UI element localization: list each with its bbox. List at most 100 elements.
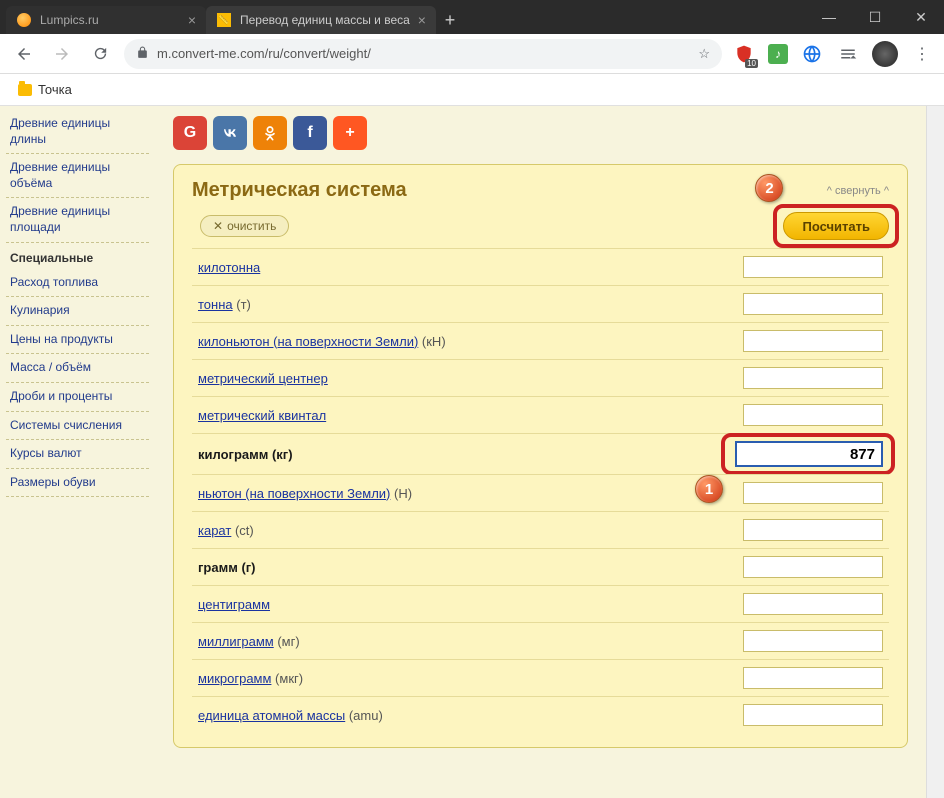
unit-input[interactable]: [743, 330, 883, 352]
main-content: G f + Метрическая система ^ свернуть ^ ✕: [155, 106, 926, 798]
lock-icon: [136, 46, 149, 62]
unit-label[interactable]: метрический квинтал: [198, 408, 731, 423]
unit-row: ньютон (на поверхности Земли) (Н): [192, 474, 889, 511]
x-icon: ✕: [213, 219, 223, 233]
titlebar: Lumpics.ru × 📏 Перевод единиц массы и ве…: [0, 0, 944, 34]
extension-globe-icon[interactable]: [800, 42, 824, 66]
unit-label[interactable]: килоньютон (на поверхности Земли) (кН): [198, 334, 731, 349]
unit-label[interactable]: карат (ct): [198, 523, 731, 538]
unit-label[interactable]: килотонна: [198, 260, 731, 275]
unit-row: единица атомной массы (amu): [192, 696, 889, 733]
unit-label[interactable]: центиграмм: [198, 597, 731, 612]
unit-input[interactable]: [743, 404, 883, 426]
unit-row: тонна (т): [192, 285, 889, 322]
sidebar-item-prices[interactable]: Цены на продукты: [6, 326, 149, 355]
share-fb-button[interactable]: f: [293, 116, 327, 150]
sidebar-item-fractions[interactable]: Дроби и проценты: [6, 383, 149, 412]
tab-title: Перевод единиц массы и веса: [240, 13, 410, 27]
unit-label[interactable]: метрический центнер: [198, 371, 731, 386]
unit-input[interactable]: [743, 704, 883, 726]
unit-label[interactable]: микрограмм (мкг): [198, 671, 731, 686]
metric-panel: Метрическая система ^ свернуть ^ ✕ очист…: [173, 164, 908, 748]
clear-button[interactable]: ✕ очистить: [200, 215, 289, 237]
scrollbar[interactable]: [926, 106, 944, 798]
unit-row: миллиграмм (мг): [192, 622, 889, 659]
sidebar-item-ancient-volume[interactable]: Древние единицы объёма: [6, 154, 149, 198]
unit-input[interactable]: [743, 482, 883, 504]
tabs-row: Lumpics.ru × 📏 Перевод единиц массы и ве…: [0, 0, 806, 34]
reload-icon: [92, 45, 109, 62]
folder-icon: [18, 84, 32, 96]
unit-row: килоньютон (на поверхности Земли) (кН): [192, 322, 889, 359]
sidebar-item-currency[interactable]: Курсы валют: [6, 440, 149, 469]
unit-label[interactable]: килограмм (кг): [198, 447, 723, 462]
window-controls: — ☐ ✕: [806, 0, 944, 34]
sidebar-item-fuel[interactable]: Расход топлива: [6, 269, 149, 298]
sidebar-item-ancient-area[interactable]: Древние единицы площади: [6, 198, 149, 242]
unit-row: метрический центнер: [192, 359, 889, 396]
profile-avatar[interactable]: [872, 41, 898, 67]
unit-list: килотонна тонна (т) килоньютон (на поверхн…: [192, 248, 889, 733]
sidebar-item-shoe-size[interactable]: Размеры обуви: [6, 469, 149, 498]
arrow-right-icon: [53, 45, 71, 63]
unit-input[interactable]: [743, 367, 883, 389]
menu-button[interactable]: ⋮: [910, 42, 934, 66]
share-vk-button[interactable]: [213, 116, 247, 150]
sidebar: Древние единицы длины Древние единицы об…: [0, 106, 155, 798]
media-control-icon[interactable]: [836, 42, 860, 66]
share-google-button[interactable]: G: [173, 116, 207, 150]
sidebar-item-ancient-length[interactable]: Древние единицы длины: [6, 110, 149, 154]
sidebar-item-cooking[interactable]: Кулинария: [6, 297, 149, 326]
unit-input[interactable]: [735, 441, 883, 467]
forward-button[interactable]: [48, 40, 76, 68]
browser-window: Lumpics.ru × 📏 Перевод единиц массы и ве…: [0, 0, 944, 798]
tab-convertme[interactable]: 📏 Перевод единиц массы и веса ×: [206, 6, 436, 34]
maximize-button[interactable]: ☐: [852, 0, 898, 34]
unit-row: микрограмм (мкг): [192, 659, 889, 696]
callout-1: 1: [695, 475, 723, 503]
unit-label[interactable]: тонна (т): [198, 297, 731, 312]
share-row: G f +: [173, 116, 908, 150]
unit-row: килотонна: [192, 248, 889, 285]
minimize-button[interactable]: —: [806, 0, 852, 34]
sidebar-item-mass-volume[interactable]: Масса / объём: [6, 354, 149, 383]
back-button[interactable]: [10, 40, 38, 68]
extension-music-icon[interactable]: ♪: [768, 44, 788, 64]
unit-row: грамм (г): [192, 548, 889, 585]
address-bar[interactable]: m.convert-me.com/ru/convert/weight/ ☆: [124, 39, 722, 69]
close-window-button[interactable]: ✕: [898, 0, 944, 34]
unit-label[interactable]: ньютон (на поверхности Земли) (Н): [198, 486, 731, 501]
close-icon[interactable]: ×: [418, 12, 426, 28]
extension-adblock-icon[interactable]: 10: [732, 42, 756, 66]
share-ok-button[interactable]: [253, 116, 287, 150]
arrow-left-icon: [15, 45, 33, 63]
share-more-button[interactable]: +: [333, 116, 367, 150]
unit-label[interactable]: миллиграмм (мг): [198, 634, 731, 649]
unit-input[interactable]: [743, 293, 883, 315]
url-text: m.convert-me.com/ru/convert/weight/: [157, 46, 371, 61]
new-tab-button[interactable]: +: [436, 6, 464, 34]
unit-row: центиграмм: [192, 585, 889, 622]
tab-lumpics[interactable]: Lumpics.ru ×: [6, 6, 206, 34]
unit-input[interactable]: [743, 519, 883, 541]
page-content: Древние единицы длины Древние единицы об…: [0, 106, 944, 798]
collapse-link[interactable]: ^ свернуть ^: [827, 185, 889, 197]
panel-title: Метрическая система: [192, 179, 407, 202]
favicon-lumpics: [16, 12, 32, 28]
unit-input[interactable]: [743, 593, 883, 615]
unit-input[interactable]: [743, 667, 883, 689]
unit-input[interactable]: [743, 630, 883, 652]
unit-row: карат (ct): [192, 511, 889, 548]
calculate-button[interactable]: Посчитать: [783, 212, 889, 240]
star-icon[interactable]: ☆: [698, 46, 710, 62]
unit-label[interactable]: грамм (г): [198, 560, 731, 575]
sidebar-item-numeral[interactable]: Системы счисления: [6, 412, 149, 441]
close-icon[interactable]: ×: [188, 12, 196, 28]
unit-label[interactable]: единица атомной массы (amu): [198, 708, 731, 723]
reload-button[interactable]: [86, 40, 114, 68]
unit-row: килограмм (кг)1: [192, 433, 889, 474]
bookmark-tochka[interactable]: Точка: [12, 78, 78, 101]
unit-row: метрический квинтал: [192, 396, 889, 433]
unit-input[interactable]: [743, 556, 883, 578]
unit-input[interactable]: [743, 256, 883, 278]
